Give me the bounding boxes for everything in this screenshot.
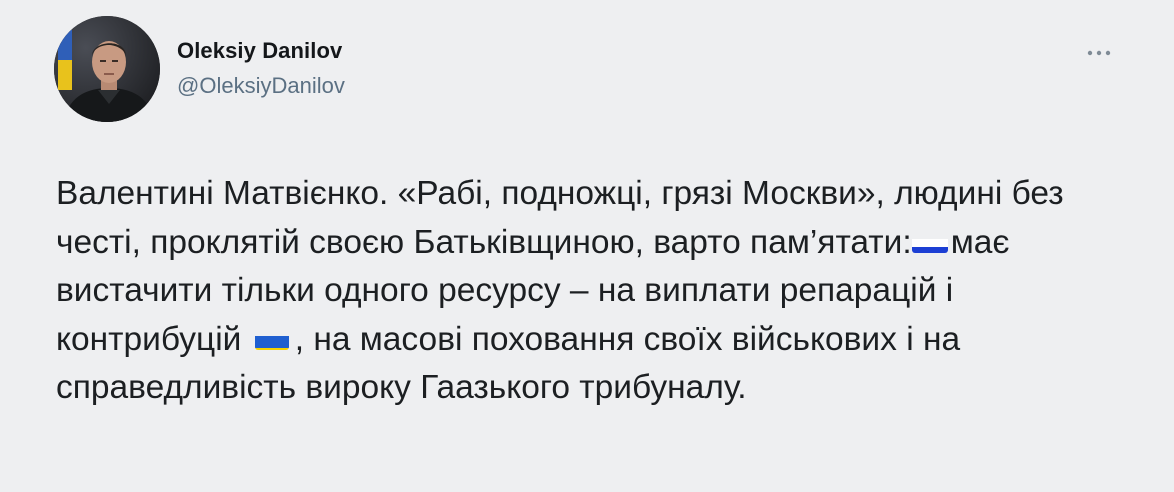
ukraine-flag-icon [254,326,289,350]
tweet-text: Валентині Матвієнко. «Рабі, подножці, гр… [56,170,1136,413]
russia-flag-icon [911,229,948,253]
author-display-name[interactable]: Oleksiy Danilov [177,38,342,64]
more-options-icon[interactable] [1084,38,1114,68]
avatar[interactable] [54,16,160,122]
profile-photo-icon [54,16,160,122]
tweet-card: Oleksiy Danilov @OleksiyDanilov Валентин… [0,0,1174,492]
author-handle[interactable]: @OleksiyDanilov [177,73,345,99]
